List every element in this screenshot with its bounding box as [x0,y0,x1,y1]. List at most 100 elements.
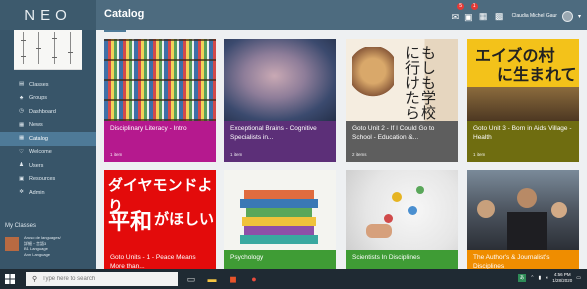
network-icon[interactable]: ▮ [538,275,541,281]
admin-icon: ✲ [19,189,24,196]
calendar-icon[interactable]: ▣ 1 [464,3,478,25]
windows-start-icon[interactable] [5,274,15,284]
class-thumbnail [5,237,19,251]
taskbar-search-input[interactable] [42,276,163,282]
chrome-icon[interactable]: ● [248,273,260,285]
catalog-grid: Disciplinary Literacy - Intro 1 item Exc… [96,30,587,269]
sidebar-item-admin[interactable]: ✲ Admin [0,186,96,200]
tab-active-indicator [104,30,126,32]
catalog-card[interactable]: Disciplinary Literacy - Intro 1 item [104,39,216,162]
card-footer: The Author's & Journalist's Disciplines [467,250,579,269]
sidebar-item-label: News [29,122,43,129]
card-footer: Scientists In Disciplines [346,250,458,269]
calendar-badge: 1 [470,3,478,10]
card-footer: Exceptional Brains - Cognitive Specialis… [224,121,336,162]
office-icon[interactable]: ◼ [227,273,239,285]
card-title: Goto Units - 1 - Peace Means More than..… [110,254,196,269]
sidebar-item-users[interactable]: ♟ Users [0,159,96,173]
card-item-count: 1 item [110,152,123,157]
card-image-book-cover-aids-village: エイズの村 に生まれて [467,39,579,121]
card-image-molecule-model [346,170,458,250]
sidebar-item-news[interactable]: ▦ News [0,119,96,133]
clock-date: 1/28/2020 [552,278,573,283]
sidebar-item-welcome[interactable]: ♡ Welcome [0,146,96,160]
task-view-icon[interactable]: ▭ [185,273,197,285]
card-title: Exceptional Brains - Cognitive Specialis… [230,125,317,141]
resources-icon: ▣ [19,175,25,182]
my-class-item[interactable]: Aruso de languages/ 詳細・言語3 B1 Language A… [5,235,93,261]
sidebar-item-label: Catalog [29,135,48,142]
sidebar-item-label: Groups [29,95,48,102]
ime-indicator[interactable]: あ [517,274,527,282]
catalog-card[interactable]: Scientists In Disciplines [346,170,458,269]
sidebar-item-label: Classes [29,81,49,88]
app-window: NEO Catalog ✉ 5 ▣ 1 ▦ ▩ Claudia Michel Gau… [0,0,587,269]
taskbar-apps: ▭ ▬ ◼ ● [185,273,260,285]
chat-badge: 5 [457,3,465,10]
dashboard-icon: ◷ [19,108,24,115]
taskbar-clock[interactable]: 4:56 PM 1/28/2020 [552,272,572,284]
sidebar-item-label: Users [29,162,44,169]
chat-icon[interactable]: ✉ 5 [452,3,465,25]
sidebar-item-dashboard[interactable]: ◷ Dashboard [0,105,96,119]
catalog-card[interactable]: エイズの村 に生まれて Goto Unit 3 - Born in Aids V… [467,39,579,162]
sidebar-item-label: Admin [29,189,45,196]
card-item-count: 1 item [230,152,243,157]
catalog-card[interactable]: The Author's & Journalist's Disciplines [467,170,579,269]
bell-icon[interactable]: ▩ [494,11,505,22]
catalog-card[interactable]: ダイヤモンドより 平和 がほしい Goto Units - 1 - Peace … [104,170,216,269]
class-line: Ann Language [24,251,51,257]
file-explorer-icon[interactable]: ▬ [206,273,218,285]
grid-icon[interactable]: ▦ [478,11,489,22]
page-title: Catalog [104,8,145,20]
sidebar-item-groups[interactable]: ♣ Groups [0,92,96,106]
card-image-book-cover-school: もしも学校に行けたら [346,39,458,121]
top-bar: NEO Catalog ✉ 5 ▣ 1 ▦ ▩ Claudia Michel Gau… [0,0,587,30]
card-title: Psychology [230,254,264,261]
up-arrow-icon[interactable]: ⌃ [530,275,534,281]
card-footer: Goto Units - 1 - Peace Means More than..… [104,250,216,269]
users-icon: ♟ [19,162,24,169]
news-icon: ▦ [19,121,25,128]
sidebar-item-classes[interactable]: ▤ Classes [0,78,96,92]
card-image-book-cover-peace: ダイヤモンドより 平和 がほしい [104,170,216,250]
card-footer: Psychology [224,250,336,269]
catalog-icon: ▦ [19,135,25,142]
avatar[interactable] [561,10,573,22]
taskbar-search[interactable]: ⚲ [26,272,178,286]
search-icon: ⚲ [32,276,38,283]
class-line: Aruso de languages/ [24,235,61,240]
groups-icon: ♣ [19,94,24,101]
system-tray: あ ⌃ ▮ ◖ 4:56 PM 1/28/2020 ▭ [517,272,581,284]
card-image-bookshelves [104,39,216,121]
sidebar-item-resources[interactable]: ▣ Resources [0,173,96,187]
card-title: The Author's & Journalist's Disciplines [473,254,550,269]
card-footer: Goto Unit 2 - If I Could Go to School - … [346,121,458,162]
card-image-brain [224,39,336,121]
card-footer: Disciplinary Literacy - Intro 1 item [104,121,216,162]
chevron-down-icon[interactable]: ▾ [578,13,581,20]
sidebar-item-label: Dashboard [29,108,56,115]
card-title: Disciplinary Literacy - Intro [110,125,187,132]
card-title: Scientists In Disciplines [352,254,420,261]
notification-icon[interactable]: ▭ [576,275,581,281]
welcome-icon: ♡ [19,148,24,155]
brand-logo[interactable]: NEO [0,0,96,30]
user-name[interactable]: Claudia Michel Gaur [512,13,557,19]
card-title: Goto Unit 2 - If I Could Go to School - … [352,125,435,141]
taskbar: ⚲ ▭ ▬ ◼ ● あ ⌃ ▮ ◖ 4:56 PM 1/28/2020 ▭ [0,269,587,289]
catalog-card[interactable]: もしも学校に行けたら Goto Unit 2 - If I Could Go t… [346,39,458,162]
card-image-journalists-crowd [467,170,579,250]
sidebar: ▤ Classes ♣ Groups ◷ Dashboard ▦ News ▦ Catal… [0,30,96,269]
top-bar-actions: ✉ 5 ▣ 1 ▦ ▩ Claudia Michel Gaur ▾ [452,3,581,25]
sidebar-item-label: Resources [29,176,56,183]
sidebar-item-catalog[interactable]: ▦ Catalog [0,132,96,146]
catalog-card[interactable]: Psychology [224,170,336,269]
profile-banner-image [14,30,82,70]
sidebar-item-label: Welcome [29,149,52,156]
my-classes-heading: My Classes [5,223,37,229]
card-title: Goto Unit 3 - Born in Aids Village - Hea… [473,125,572,141]
catalog-card[interactable]: Exceptional Brains - Cognitive Specialis… [224,39,336,162]
volume-icon[interactable]: ◖ [545,275,548,281]
card-footer: Goto Unit 3 - Born in Aids Village - Hea… [467,121,579,162]
